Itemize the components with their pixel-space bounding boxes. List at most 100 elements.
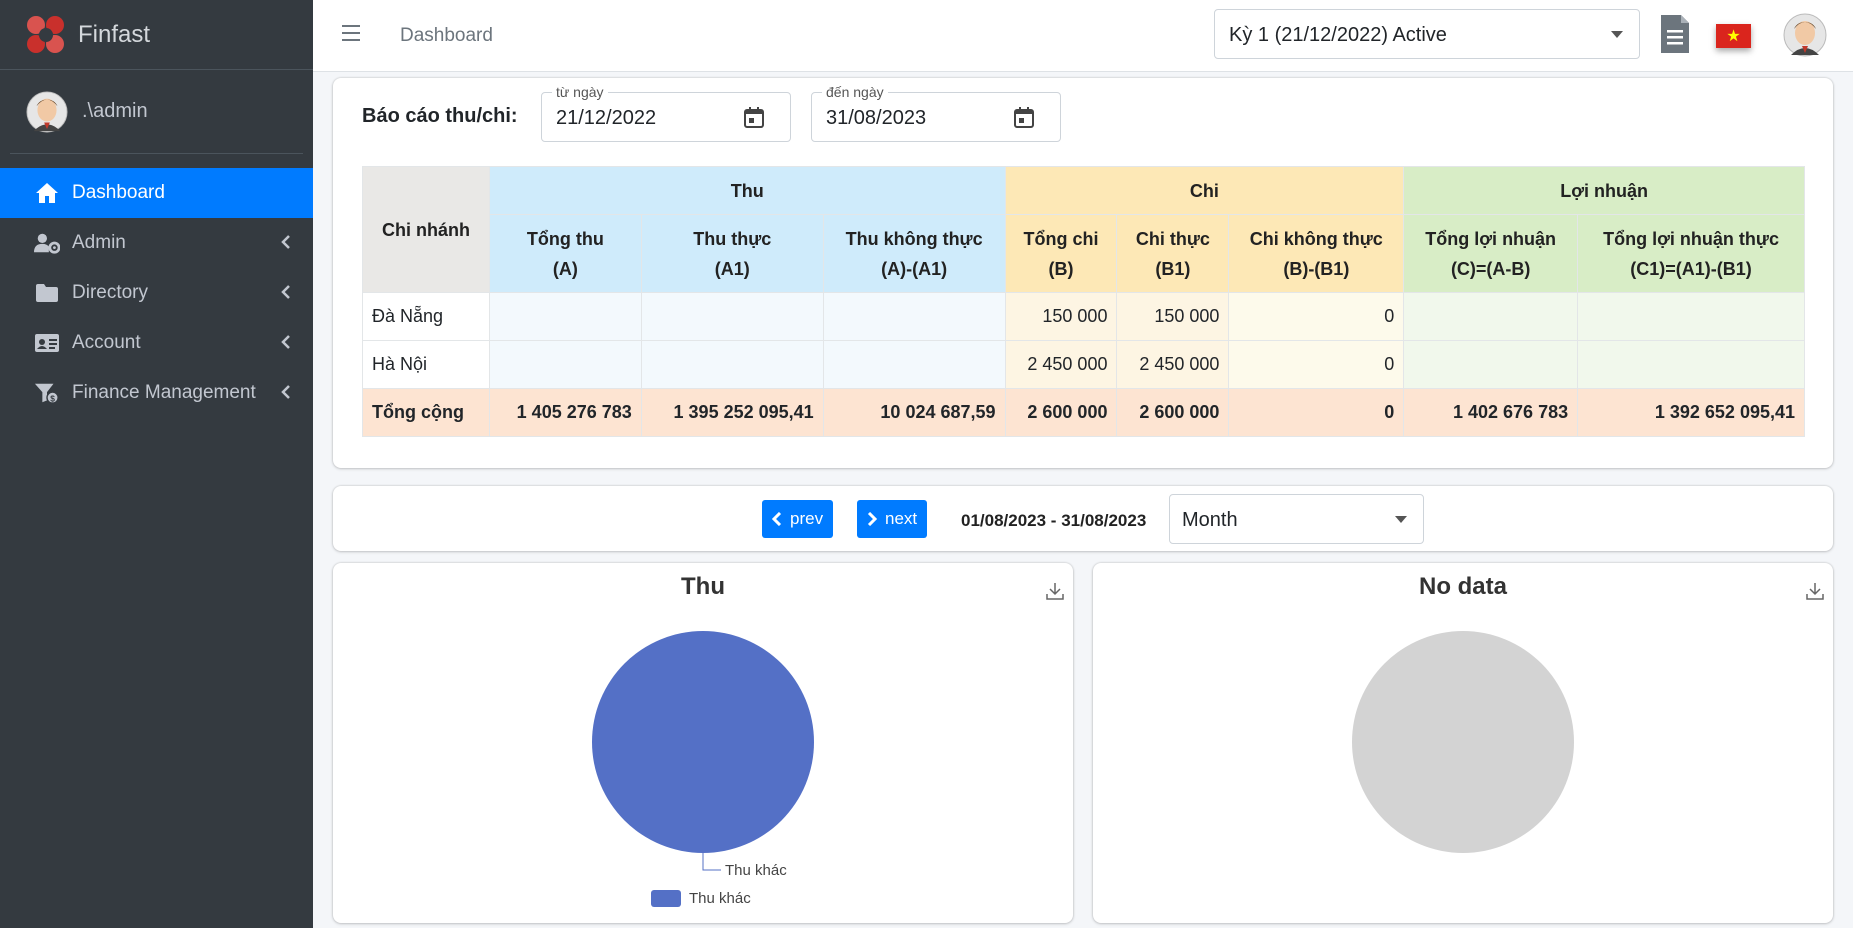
next-button-label: next [885, 509, 918, 528]
table-cell [488, 340, 642, 389]
from-date-label: từ ngày [552, 84, 608, 100]
sidebar: Finfast .\admin Dashboard Admin Director… [0, 0, 313, 928]
vietnam-flag-icon[interactable]: ★ [1716, 24, 1751, 48]
total-cell: 2 600 000 [1004, 388, 1118, 437]
slice-leader-line [702, 853, 721, 871]
from-date-value: 21/12/2022 [556, 107, 657, 129]
table-cell [1577, 292, 1805, 341]
date-range: 01/08/2023 - 31/08/2023 [961, 511, 1147, 530]
column-header: Tổng thu (A) [488, 214, 642, 293]
user-avatar [26, 90, 68, 133]
table-row: Đà Nẵng 150 000 150 000 0 [362, 292, 1805, 341]
sidebar-item-label: Dashboard [72, 182, 165, 203]
period-select[interactable]: Kỳ 1 (21/12/2022) Active [1214, 9, 1640, 59]
chevron-left-icon [281, 335, 290, 349]
branch-cell: Hà Nội [362, 340, 490, 389]
legend-swatch [651, 890, 681, 907]
sidebar-item-account[interactable]: Account [0, 318, 313, 368]
from-date-field[interactable]: từ ngày 21/12/2022 [541, 84, 791, 142]
sidebar-item-label: Account [72, 332, 141, 353]
user-avatar[interactable] [1783, 13, 1827, 57]
flag-star: ★ [1726, 28, 1741, 45]
sidebar-item-finance-management[interactable]: $ Finance Management [0, 368, 313, 418]
brand[interactable]: Finfast [0, 0, 313, 70]
funnel-dollar-icon: $ [34, 381, 60, 405]
calendar-icon[interactable] [742, 106, 766, 130]
column-header: Chi không thực (B)-(B1) [1228, 214, 1405, 293]
legend-label: Thu khác [689, 890, 751, 907]
column-header: Thu thực (A1) [640, 214, 824, 293]
table-cell [640, 340, 824, 389]
total-cell: 1 392 652 095,41 [1577, 388, 1805, 437]
total-cell: 2 600 000 [1116, 388, 1230, 437]
sidebar-item-label: Finance Management [72, 382, 256, 403]
column-header: Tổng lợi nhuận thực (C1)=(A1)-(B1) [1577, 214, 1805, 293]
svg-text:$: $ [50, 393, 55, 403]
caret-down-icon [1395, 516, 1407, 523]
period-select-value: Kỳ 1 (21/12/2022) Active [1229, 24, 1447, 46]
topbar: Dashboard Kỳ 1 (21/12/2022) Active ★ [313, 0, 1853, 72]
column-header: Tổng lợi nhuận (C)=(A-B) [1403, 214, 1579, 293]
header-group-thu: Thu [488, 166, 1006, 215]
pie-slice [592, 631, 814, 853]
table-cell [1403, 340, 1579, 389]
user-name: .\admin [82, 100, 148, 122]
to-date-field[interactable]: đến ngày 31/08/2023 [811, 84, 1061, 142]
table-cell [488, 292, 642, 341]
empty-pie-placeholder [1352, 631, 1574, 853]
period-mode-value: Month [1182, 509, 1238, 531]
report-card: Báo cáo thu/chi: từ ngày 21/12/2022 đến … [333, 78, 1833, 468]
menu-toggle-icon[interactable] [342, 25, 360, 45]
total-cell: 10 024 687,59 [822, 388, 1006, 437]
total-row: Tổng cộng 1 405 276 783 1 395 252 095,41… [362, 388, 1805, 437]
prev-button-label: prev [790, 509, 824, 528]
home-icon [34, 181, 60, 205]
table-cell: 150 000 [1116, 292, 1230, 341]
document-icon[interactable] [1660, 14, 1690, 54]
total-label: Tổng cộng [362, 388, 490, 437]
table-cell: 2 450 000 [1004, 340, 1118, 389]
total-cell: 1 402 676 783 [1403, 388, 1579, 437]
header-group-loi-nhuan: Lợi nhuận [1403, 166, 1805, 215]
sidebar-item-label: Admin [72, 232, 126, 253]
header-branch: Chi nhánh [362, 166, 490, 293]
period-mode-select[interactable]: Month [1169, 494, 1424, 544]
id-card-icon [34, 331, 60, 355]
column-header: Chi thực (B1) [1116, 214, 1230, 293]
branch-cell: Đà Nẵng [362, 292, 490, 341]
user-panel[interactable]: .\admin [10, 70, 303, 154]
total-cell: 1 405 276 783 [488, 388, 642, 437]
breadcrumb[interactable]: Dashboard [400, 25, 493, 47]
table-cell: 150 000 [1004, 292, 1118, 341]
column-header: Tổng chi (B) [1004, 214, 1118, 293]
caret-down-icon [1611, 31, 1623, 38]
table-cell: 0 [1228, 292, 1405, 341]
calendar-icon[interactable] [1012, 106, 1036, 130]
folder-icon [34, 281, 60, 305]
table-cell: 0 [1228, 340, 1405, 389]
to-date-label: đến ngày [822, 84, 888, 100]
table-cell [640, 292, 824, 341]
header-group-chi: Chi [1004, 166, 1405, 215]
sidebar-item-dashboard[interactable]: Dashboard [0, 168, 313, 218]
next-button[interactable]: next [857, 500, 928, 538]
user-gear-icon [34, 231, 60, 255]
thu-chart-card: Thu Thu khác Thu khác [333, 563, 1073, 923]
chevron-left-icon [772, 512, 782, 526]
table-cell: 2 450 000 [1116, 340, 1230, 389]
brand-name: Finfast [78, 20, 151, 48]
brand-logo-icon [26, 15, 66, 55]
sidebar-item-directory[interactable]: Directory [0, 268, 313, 318]
slice-label: Thu khác [725, 862, 787, 879]
sidebar-nav: Dashboard Admin Directory Account $ Fina… [0, 168, 313, 418]
sidebar-item-admin[interactable]: Admin [0, 218, 313, 268]
empty-chart-card: No data [1093, 563, 1833, 923]
chevron-right-icon [867, 512, 877, 526]
table-cell [1403, 292, 1579, 341]
total-cell: 0 [1228, 388, 1405, 437]
report-table: Chi nhánh Thu Chi Lợi nhuận Tổng thu (A) … [362, 166, 1805, 437]
prev-button[interactable]: prev [762, 500, 834, 538]
thu-pie-chart: Thu khác Thu khác [592, 631, 814, 907]
chevron-left-icon [281, 235, 290, 249]
table-row: Hà Nội 2 450 000 2 450 000 0 [362, 340, 1805, 389]
